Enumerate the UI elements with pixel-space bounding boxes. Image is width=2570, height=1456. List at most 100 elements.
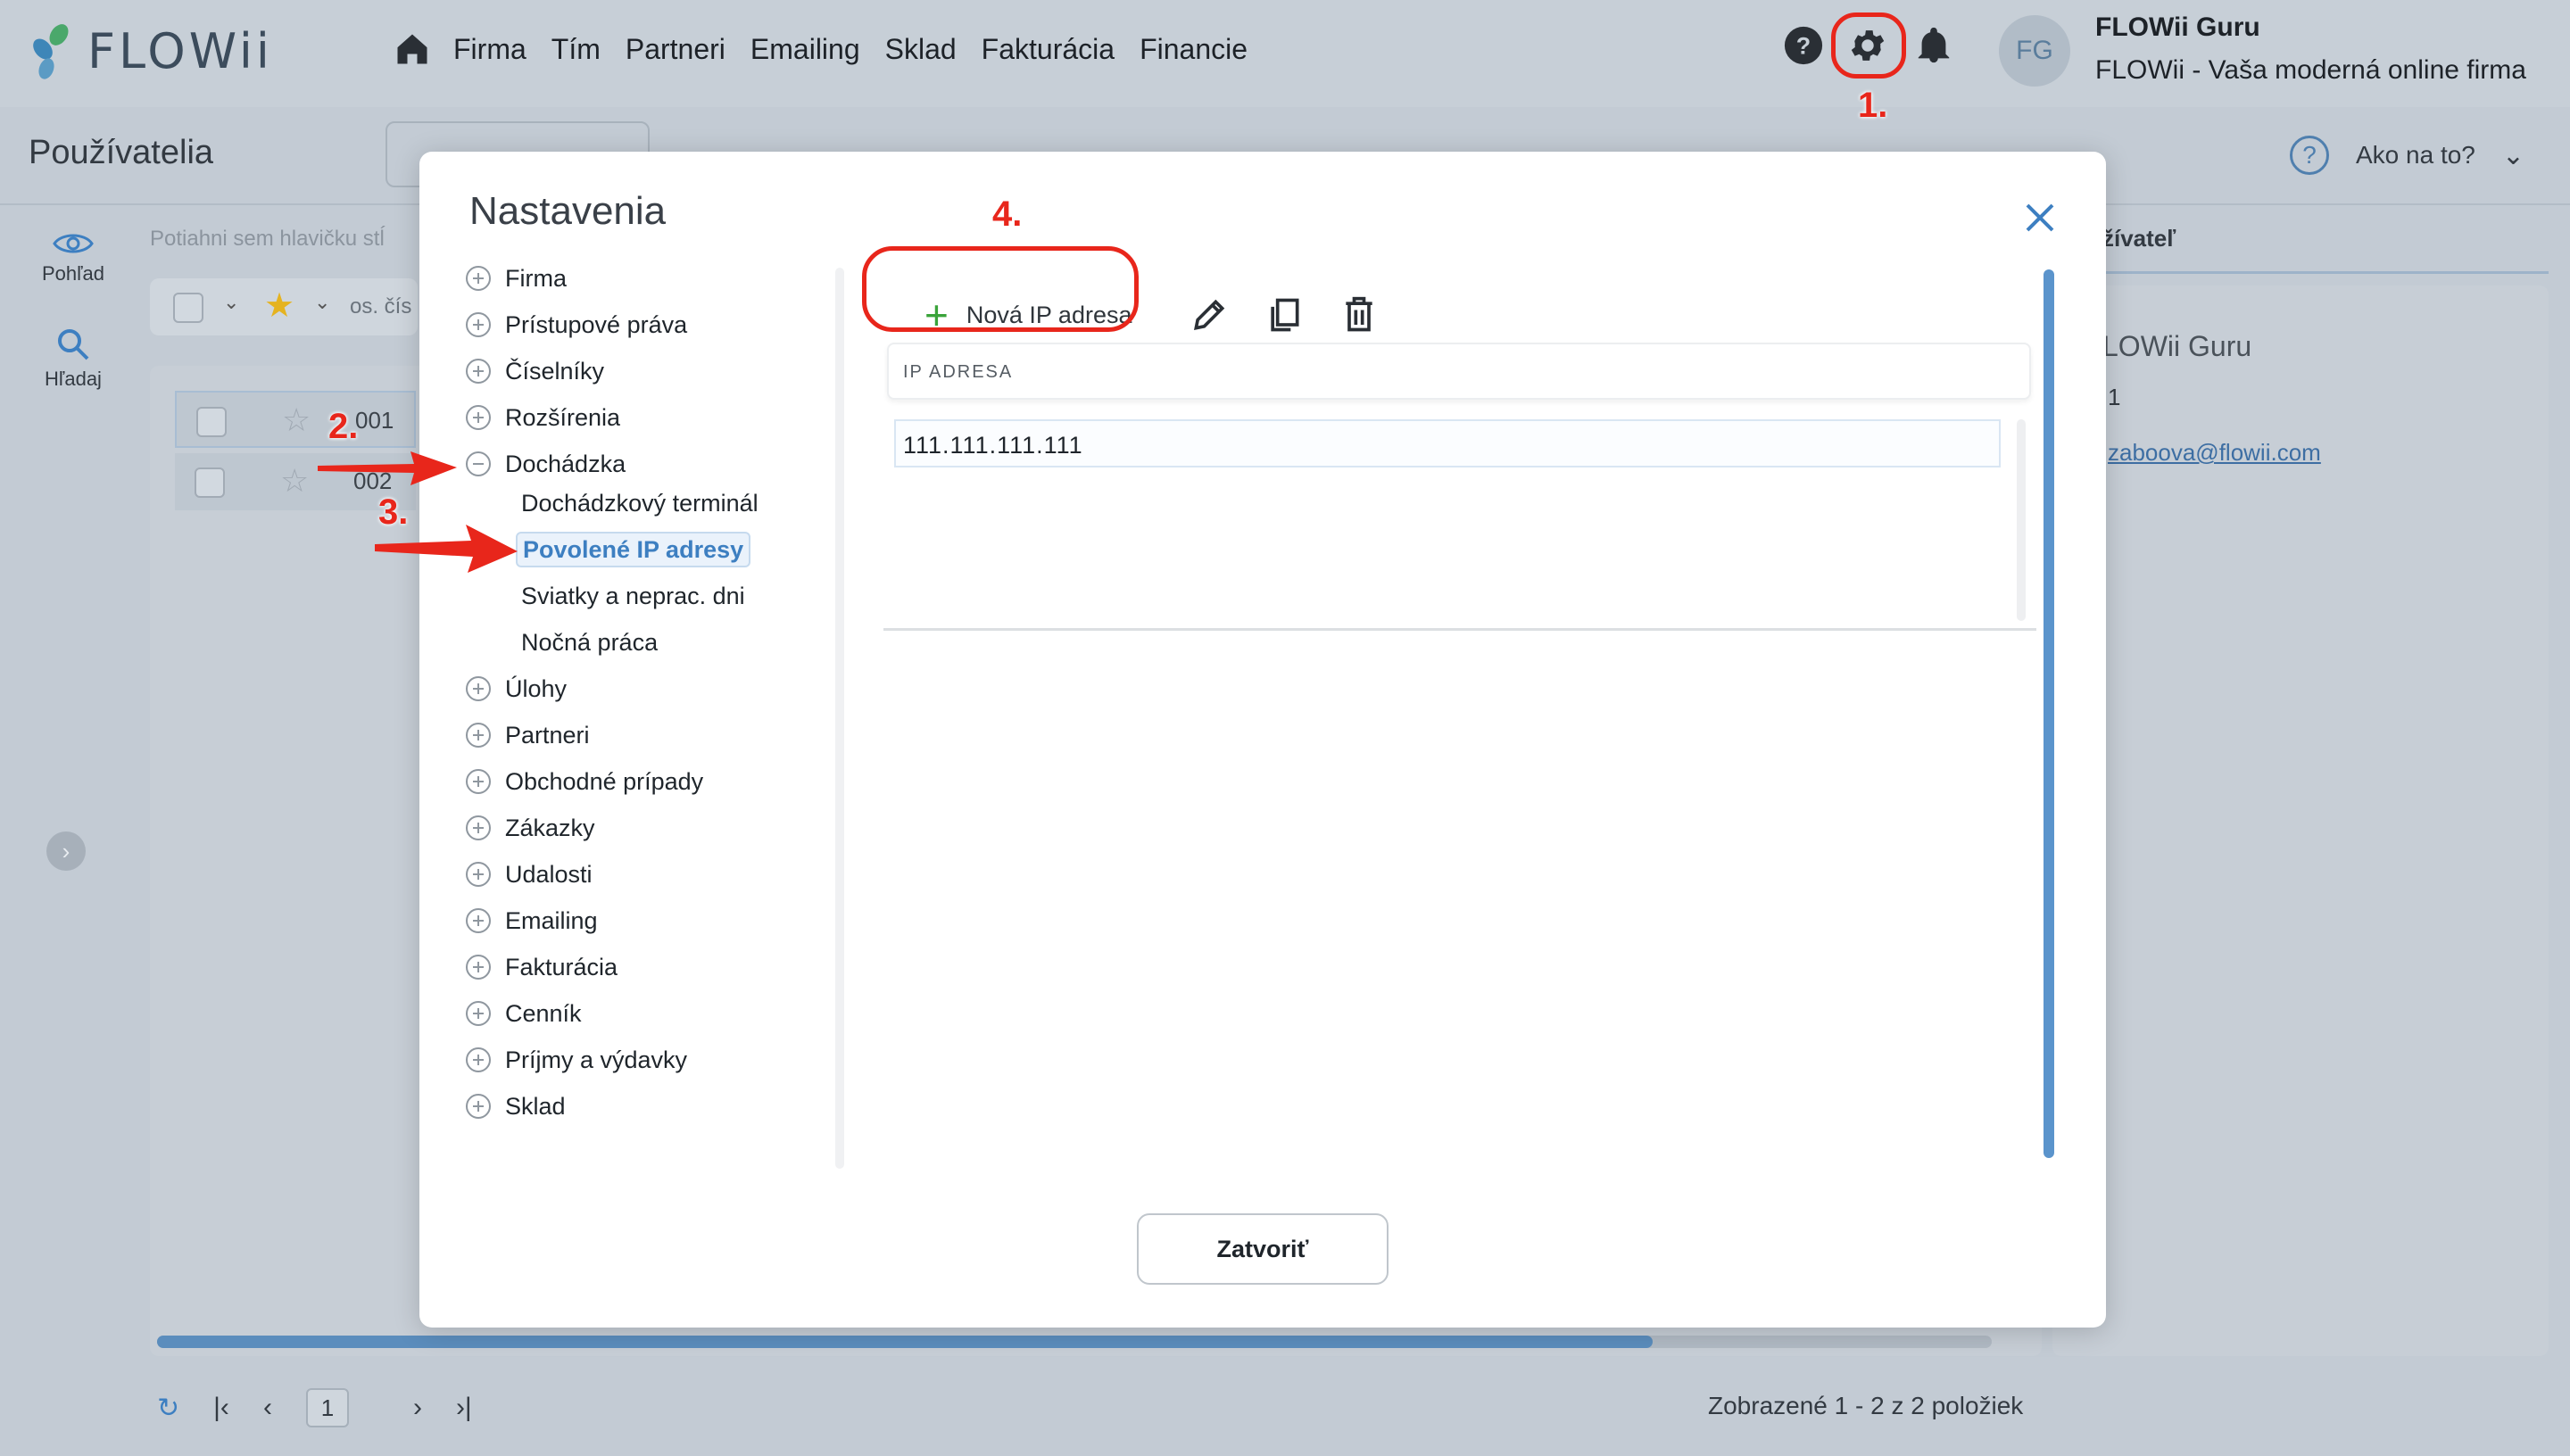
tree-item-label: Partneri: [505, 721, 590, 749]
rail-view[interactable]: Pohľad: [27, 230, 120, 285]
last-page-icon[interactable]: ›|: [456, 1393, 472, 1423]
scrollbar-thumb[interactable]: [157, 1336, 1653, 1348]
star-icon[interactable]: ☆: [282, 401, 311, 439]
how-to-label: Ako na to?: [2356, 141, 2475, 169]
tree-child-dochadzkovy-terminal[interactable]: Dochádzkový terminál: [521, 485, 759, 521]
nav-item-fakturacia[interactable]: Fakturácia: [982, 33, 1115, 66]
logo-text: FLOWii: [87, 22, 273, 79]
how-to-button[interactable]: ? Ako na to? ⌄: [2290, 136, 2524, 175]
tree-item-label: Rozšírenia: [505, 403, 621, 431]
edit-icon[interactable]: [1190, 295, 1229, 335]
star-icon[interactable]: ★: [264, 285, 294, 326]
tree-item-ulohy[interactable]: Úlohy: [466, 671, 567, 707]
annotation-ring-new-ip: [862, 246, 1139, 332]
nav-item-tim[interactable]: Tím: [551, 33, 601, 66]
logo[interactable]: FLOWii: [27, 20, 273, 82]
tree-item-zakazky[interactable]: Zákazky: [466, 810, 595, 846]
expand-icon[interactable]: [466, 955, 491, 980]
expand-icon[interactable]: [466, 676, 491, 701]
expand-icon[interactable]: [466, 312, 491, 337]
pager: ↻ |‹ ‹ 1 › ›|: [157, 1388, 506, 1427]
tree-item-udalosti[interactable]: Udalosti: [466, 856, 593, 892]
expand-icon[interactable]: [466, 1047, 491, 1072]
tree-item-rozsirenia[interactable]: Rozšírenia: [466, 400, 620, 435]
annotation-4: 4.: [992, 194, 1023, 234]
search-icon: [58, 329, 89, 360]
close-icon[interactable]: [2022, 200, 2058, 236]
tree-item-fakturacia[interactable]: Fakturácia: [466, 949, 618, 985]
detail-tab[interactable]: žívateľ: [2102, 225, 2176, 252]
tree-item-firma[interactable]: Firma: [466, 261, 567, 296]
trash-icon[interactable]: [1339, 295, 1379, 335]
close-button[interactable]: Zatvoriť: [1137, 1213, 1389, 1285]
expand-icon[interactable]: [466, 723, 491, 748]
detail-user-email[interactable]: zaboova@flowii.com: [2108, 439, 2321, 467]
grid-scrollbar[interactable]: [2017, 419, 2026, 621]
eye-icon: [53, 234, 94, 253]
tree-child-povolene-ip-adresy[interactable]: Povolené IP adresy: [516, 532, 751, 567]
tree-item-partneri[interactable]: Partneri: [466, 717, 590, 753]
table-row[interactable]: ☆ 001: [175, 391, 416, 448]
chevron-down-icon[interactable]: ⌄: [223, 291, 239, 314]
nav-item-partneri[interactable]: Partneri: [626, 33, 725, 66]
annotation-2: 2.: [328, 407, 359, 446]
expand-icon[interactable]: [466, 266, 491, 291]
tree-item-sklad[interactable]: Sklad: [466, 1088, 566, 1124]
expand-icon[interactable]: [466, 405, 491, 430]
expand-icon[interactable]: [466, 359, 491, 384]
tree-item-obchodne-pripady[interactable]: Obchodné prípady: [466, 764, 703, 799]
chevron-down-icon: ⌄: [2501, 140, 2525, 170]
column-filter-label: os. čís: [350, 294, 412, 318]
tree-scrollbar[interactable]: [835, 268, 844, 1169]
tree-item-dochadzka[interactable]: Dochádzka: [466, 446, 626, 482]
expand-icon[interactable]: [466, 815, 491, 840]
copy-icon[interactable]: [1264, 295, 1304, 335]
nav-item-emailing[interactable]: Emailing: [750, 33, 860, 66]
home-icon[interactable]: [393, 29, 432, 69]
bell-icon[interactable]: [1913, 25, 1954, 66]
first-page-icon[interactable]: |‹: [213, 1393, 229, 1423]
expand-icon[interactable]: [466, 908, 491, 933]
help-icon[interactable]: ?: [1783, 25, 1824, 66]
tree-item-label: Číselníky: [505, 357, 605, 385]
select-all-checkbox[interactable]: [173, 293, 203, 323]
collapse-icon[interactable]: [466, 451, 491, 476]
tree-item-ciselniky[interactable]: Číselníky: [466, 353, 604, 389]
content-scrollbar[interactable]: [2044, 269, 2054, 1158]
chevron-down-icon[interactable]: ⌄: [314, 291, 330, 314]
horizontal-scrollbar[interactable]: [157, 1336, 1992, 1348]
avatar[interactable]: FG: [1999, 15, 2070, 87]
tree-item-emailing[interactable]: Emailing: [466, 903, 598, 939]
rail-search[interactable]: Hľadaj: [27, 327, 120, 391]
nav-item-sklad[interactable]: Sklad: [885, 33, 957, 66]
annotation-1: 1.: [1858, 86, 1888, 125]
row-checkbox[interactable]: [195, 467, 225, 498]
tree-item-prijmy-vydavky[interactable]: Príjmy a výdavky: [466, 1042, 687, 1078]
row-checkbox[interactable]: [196, 407, 227, 437]
tree-item-label: Príjmy a výdavky: [505, 1046, 688, 1073]
expand-icon[interactable]: [466, 862, 491, 887]
next-page-icon[interactable]: ›: [413, 1393, 422, 1423]
settings-modal: Nastavenia Firma Prístupové práva Číseln…: [419, 152, 2106, 1328]
refresh-icon[interactable]: ↻: [157, 1393, 179, 1424]
nav-item-firma[interactable]: Firma: [453, 33, 526, 66]
expand-icon[interactable]: [466, 1001, 491, 1026]
tree-child-nocna-praca[interactable]: Nočná práca: [521, 625, 658, 660]
tree-item-cennik[interactable]: Cenník: [466, 996, 582, 1031]
chevron-right-icon[interactable]: ›: [46, 831, 86, 871]
tree-child-sviatky[interactable]: Sviatky a neprac. dni: [521, 578, 745, 614]
user-name: FLOWii Guru: [2095, 12, 2260, 42]
expand-icon[interactable]: [466, 1094, 491, 1119]
top-bar: FLOWii Firma Tím Partneri Emailing Sklad…: [0, 0, 2570, 107]
tree-item-label: Udalosti: [505, 860, 593, 888]
column-header-ip[interactable]: IP ADRESA: [903, 362, 1013, 383]
nav-item-financie[interactable]: Financie: [1140, 33, 1248, 66]
tree-item-label: Cenník: [505, 999, 582, 1027]
current-page[interactable]: 1: [305, 1388, 349, 1427]
row-number: 001: [355, 407, 394, 434]
prev-page-icon[interactable]: ‹: [263, 1393, 272, 1423]
table-row[interactable]: 111.111.111.111: [894, 419, 2001, 467]
tree-item-pristupove-prava[interactable]: Prístupové práva: [466, 307, 687, 343]
star-icon[interactable]: ☆: [280, 462, 309, 500]
expand-icon[interactable]: [466, 769, 491, 794]
